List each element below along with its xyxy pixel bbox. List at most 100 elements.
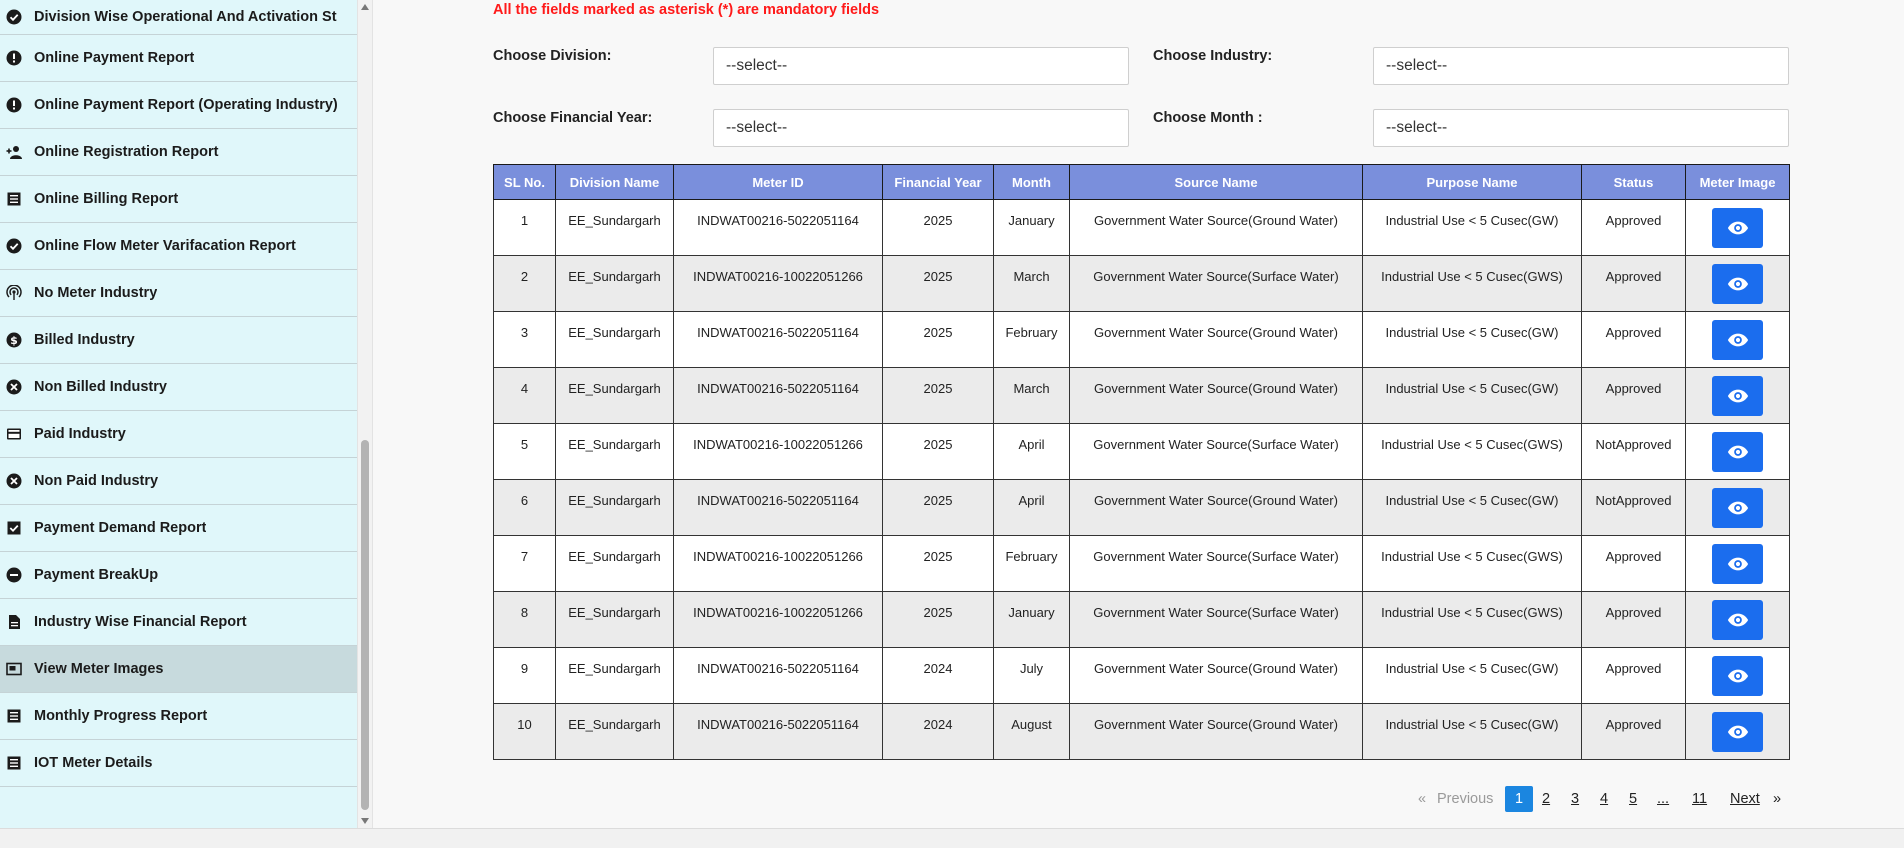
industry-label: Choose Industry: — [1153, 48, 1273, 64]
checkbox-icon — [6, 520, 22, 536]
sidebar-item-view-meter-images[interactable]: View Meter Images — [0, 646, 357, 693]
pagination: « Previous 1 2 3 4 5 ... 11 Next » — [374, 786, 1904, 812]
financial-year-label: Choose Financial Year: — [493, 110, 653, 126]
view-meter-image-button[interactable] — [1712, 432, 1763, 472]
view-meter-image-button[interactable] — [1712, 376, 1763, 416]
sidebar-item-iot-meter-details[interactable]: IOT Meter Details — [0, 740, 357, 787]
view-meter-image-button[interactable] — [1712, 488, 1763, 528]
page-5-link[interactable]: 5 — [1629, 786, 1637, 812]
cell-sl-no: 5 — [493, 423, 556, 480]
column-header-status: Status — [1581, 164, 1686, 200]
cell-purpose-name: Industrial Use < 5 Cusec(GW) — [1362, 311, 1582, 368]
sidebar-item-label: Online Payment Report — [34, 50, 195, 66]
cell-meter-id: INDWAT00216-5022051164 — [673, 479, 883, 536]
table-row: 8 EE_Sundargarh INDWAT00216-10022051266 202… — [493, 591, 1790, 648]
eye-icon — [1727, 385, 1749, 407]
column-header-purpose-name: Purpose Name — [1362, 164, 1582, 200]
sidebar-item-online-billing-report[interactable]: Online Billing Report — [0, 176, 357, 223]
cell-financial-year: 2024 — [882, 647, 994, 704]
column-header-division-name: Division Name — [555, 164, 674, 200]
next-link[interactable]: Next — [1730, 786, 1760, 812]
eye-icon — [1727, 329, 1749, 351]
page-4-link[interactable]: 4 — [1600, 786, 1608, 812]
cell-status: NotApproved — [1581, 423, 1686, 480]
sidebar-item-label: No Meter Industry — [34, 285, 158, 301]
sidebar-item-online-flow-meter-varifacation-report[interactable]: Online Flow Meter Varifacation Report — [0, 223, 357, 270]
eye-icon — [1727, 665, 1749, 687]
cell-division-name: EE_Sundargarh — [555, 479, 674, 536]
cell-meter-id: INDWAT00216-5022051164 — [673, 311, 883, 368]
scroll-down-arrow-icon[interactable] — [361, 818, 369, 824]
cell-month: January — [993, 591, 1070, 648]
sidebar-item-no-meter-industry[interactable]: No Meter Industry — [0, 270, 357, 317]
division-select[interactable]: --select-- — [713, 47, 1129, 85]
table-row: 5 EE_Sundargarh INDWAT00216-10022051266 202… — [493, 423, 1790, 480]
month-select[interactable]: --select-- — [1373, 109, 1789, 147]
page-2-link[interactable]: 2 — [1542, 786, 1550, 812]
cell-meter-image — [1685, 591, 1790, 648]
sidebar-item-division-wise-operational-and-activation-st[interactable]: Division Wise Operational And Activation… — [0, 0, 357, 35]
cell-financial-year: 2025 — [882, 311, 994, 368]
view-meter-image-button[interactable] — [1712, 544, 1763, 584]
table-row: 1 EE_Sundargarh INDWAT00216-5022051164 2025… — [493, 199, 1790, 256]
ellipsis-link[interactable]: ... — [1657, 786, 1669, 812]
view-meter-image-button[interactable] — [1712, 320, 1763, 360]
view-meter-image-button[interactable] — [1712, 656, 1763, 696]
sidebar-scrollbar[interactable] — [357, 0, 373, 828]
cell-sl-no: 8 — [493, 591, 556, 648]
cell-division-name: EE_Sundargarh — [555, 535, 674, 592]
industry-select[interactable]: --select-- — [1373, 47, 1789, 85]
sidebar-item-label: Division Wise Operational And Activation… — [34, 9, 337, 25]
cell-meter-id: INDWAT00216-10022051266 — [673, 255, 883, 312]
scrollbar-thumb[interactable] — [361, 440, 369, 810]
image-frame-icon — [6, 661, 22, 677]
previous-link[interactable]: Previous — [1437, 786, 1493, 812]
sidebar-item-payment-breakup[interactable]: Payment BreakUp — [0, 552, 357, 599]
sidebar-item-paid-industry[interactable]: Paid Industry — [0, 411, 357, 458]
horizontal-scrollbar[interactable] — [0, 828, 1904, 848]
alert-circle-icon — [6, 97, 22, 113]
sidebar-item-online-payment-report-operating-industry[interactable]: Online Payment Report (Operating Industr… — [0, 82, 357, 129]
sidebar-item-label: Online Payment Report (Operating Industr… — [34, 97, 338, 113]
financial-year-select[interactable]: --select-- — [713, 109, 1129, 147]
cell-source-name: Government Water Source(Surface Water) — [1069, 423, 1363, 480]
sidebar-item-non-paid-industry[interactable]: Non Paid Industry — [0, 458, 357, 505]
sidebar-item-monthly-progress-report[interactable]: Monthly Progress Report — [0, 693, 357, 740]
sidebar-item-non-billed-industry[interactable]: Non Billed Industry — [0, 364, 357, 411]
view-meter-image-button[interactable] — [1712, 712, 1763, 752]
sidebar-item-billed-industry[interactable]: $ Billed Industry — [0, 317, 357, 364]
table-row: 7 EE_Sundargarh INDWAT00216-10022051266 202… — [493, 535, 1790, 592]
cell-meter-image — [1685, 703, 1790, 760]
view-meter-image-button[interactable] — [1712, 208, 1763, 248]
check-circle-icon — [6, 9, 22, 25]
page-3-link[interactable]: 3 — [1571, 786, 1579, 812]
page-1-link[interactable]: 1 — [1505, 786, 1533, 812]
sidebar-item-label: View Meter Images — [34, 661, 164, 677]
cell-financial-year: 2025 — [882, 199, 994, 256]
table-row: 3 EE_Sundargarh INDWAT00216-5022051164 2025… — [493, 311, 1790, 368]
sidebar-item-industry-wise-financial-report[interactable]: Industry Wise Financial Report — [0, 599, 357, 646]
scroll-up-arrow-icon[interactable] — [361, 4, 369, 10]
view-meter-image-button[interactable] — [1712, 264, 1763, 304]
cell-meter-id: INDWAT00216-10022051266 — [673, 423, 883, 480]
cancel-circle-icon — [6, 473, 22, 489]
column-header-financial-year: Financial Year — [882, 164, 994, 200]
sidebar-item-label: Monthly Progress Report — [34, 708, 208, 724]
cell-month: July — [993, 647, 1070, 704]
sidebar-item-online-payment-report[interactable]: Online Payment Report — [0, 35, 357, 82]
sidebar-item-label: Non Paid Industry — [34, 473, 159, 489]
cell-purpose-name: Industrial Use < 5 Cusec(GW) — [1362, 367, 1582, 424]
sidebar-item-label: Industry Wise Financial Report — [34, 614, 247, 630]
cell-division-name: EE_Sundargarh — [555, 703, 674, 760]
view-meter-image-button[interactable] — [1712, 600, 1763, 640]
month-label: Choose Month : — [1153, 110, 1263, 126]
dollar-circle-icon: $ — [6, 332, 22, 348]
eye-icon — [1727, 273, 1749, 295]
sidebar-item-payment-demand-report[interactable]: Payment Demand Report — [0, 505, 357, 552]
meter-images-table: SL No. Division Name Meter ID Financial Yea… — [493, 164, 1790, 760]
cell-source-name: Government Water Source(Surface Water) — [1069, 255, 1363, 312]
cell-month: April — [993, 423, 1070, 480]
sidebar-item-label: Online Billing Report — [34, 191, 179, 207]
sidebar-item-online-registration-report[interactable]: Online Registration Report — [0, 129, 357, 176]
page-11-link[interactable]: 11 — [1692, 786, 1707, 812]
